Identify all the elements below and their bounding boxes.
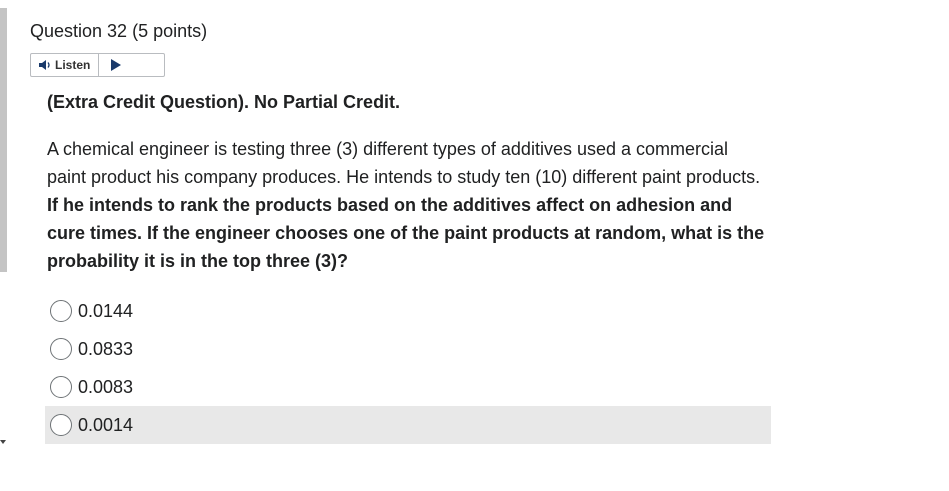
answer-options: 0.0144 0.0833 0.0083 0.0014: [45, 292, 771, 444]
play-icon: [111, 59, 122, 71]
radio-button[interactable]: [50, 414, 72, 436]
extra-credit-note: (Extra Credit Question). No Partial Cred…: [47, 92, 401, 112]
prompt-text: A chemical engineer is testing three (3)…: [47, 139, 761, 187]
answer-option[interactable]: 0.0014: [45, 406, 771, 444]
radio-button[interactable]: [50, 338, 72, 360]
question-prompt: A chemical engineer is testing three (3)…: [47, 135, 767, 275]
question-container: Question 32 (5 points) Listen (Extra Cre…: [30, 0, 930, 491]
listen-button[interactable]: Listen: [31, 54, 100, 76]
answer-label: 0.0833: [78, 338, 134, 359]
question-points: (5 points): [132, 21, 208, 41]
answer-label: 0.0014: [78, 414, 134, 435]
listen-widget: Listen: [30, 53, 165, 77]
answer-option[interactable]: 0.0083: [45, 368, 771, 406]
answer-option[interactable]: 0.0833: [45, 330, 771, 368]
listen-label: Listen: [55, 58, 91, 72]
speaker-icon: [39, 60, 50, 70]
question-title: Question 32: [30, 21, 128, 41]
scroll-down-arrow-icon[interactable]: [0, 440, 6, 444]
radio-button[interactable]: [50, 376, 72, 398]
answer-label: 0.0144: [78, 300, 134, 321]
answer-option[interactable]: 0.0144: [45, 292, 771, 330]
scrollbar-thumb[interactable]: [0, 8, 7, 272]
scrollbar[interactable]: [0, 0, 8, 491]
answer-label: 0.0083: [78, 376, 134, 397]
question-heading: Question 32 (5 points): [30, 19, 207, 43]
play-button[interactable]: [99, 54, 133, 76]
radio-button[interactable]: [50, 300, 72, 322]
prompt-bold-text: If he intends to rank the products based…: [47, 195, 765, 271]
